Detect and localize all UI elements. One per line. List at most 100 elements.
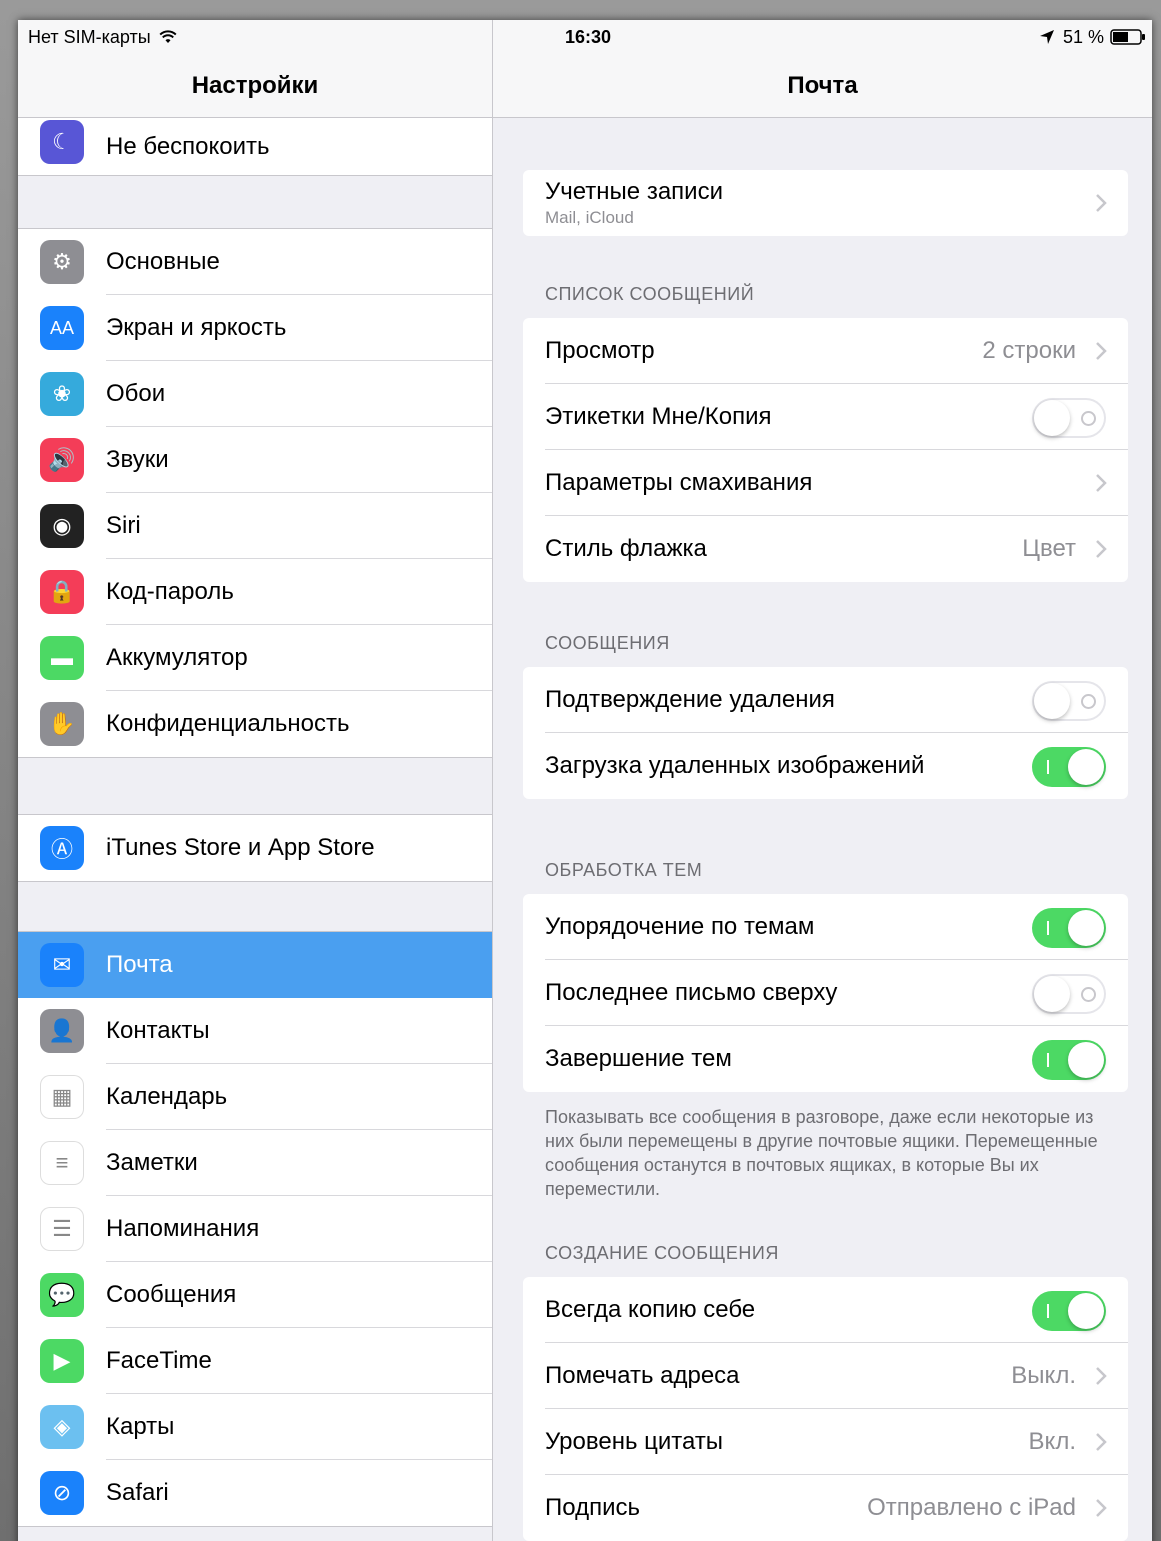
toggle-switch[interactable] xyxy=(1032,1291,1106,1331)
accounts-label: Учетные записи xyxy=(545,178,723,205)
sidebar-item-label: Основные xyxy=(106,248,220,275)
accounts-card[interactable]: Учетные записи Mail, iCloud xyxy=(523,170,1128,236)
chevron-right-icon xyxy=(1096,194,1107,212)
maps-icon: ◈ xyxy=(40,1405,84,1449)
mail-setting-row[interactable]: Стиль флажка Цвет xyxy=(523,516,1128,582)
status-right: 51 % xyxy=(1039,20,1146,54)
sidebar-item-label: Почта xyxy=(106,951,173,978)
toggle-knob xyxy=(1068,1042,1104,1078)
sidebar-item-label: Экран и яркость xyxy=(106,314,287,341)
sidebar-item-label: Контакты xyxy=(106,1017,210,1044)
mail-setting-row[interactable]: Подпись Отправлено с iPad xyxy=(523,1475,1128,1541)
chevron-right-icon xyxy=(1096,1433,1107,1451)
toggle-on-mark xyxy=(1047,1304,1049,1318)
flower-icon: ❀ xyxy=(40,372,84,416)
calendar-icon: ▦ xyxy=(40,1075,84,1119)
sidebar-item-mail[interactable]: ✉ Почта xyxy=(18,932,492,998)
setting-label: Уровень цитаты xyxy=(545,1428,724,1455)
speaker-icon: 🔊 xyxy=(40,438,84,482)
setting-label: Всегда копию себе xyxy=(545,1296,756,1323)
safari-icon: ⊘ xyxy=(40,1471,84,1515)
status-time: 16:30 xyxy=(565,26,612,47)
sidebar-item-battery[interactable]: ▬ Аккумулятор xyxy=(18,625,492,691)
section-header: ОБРАБОТКА ТЕМ xyxy=(545,860,703,880)
sidebar-item-reminders[interactable]: ☰ Напоминания xyxy=(18,1196,492,1262)
messages-icon: 💬 xyxy=(40,1273,84,1317)
siri-icon: ◉ xyxy=(40,504,84,548)
sidebar-item-label: Заметки xyxy=(106,1149,198,1176)
section-header: СОЗДАНИЕ СООБЩЕНИЯ xyxy=(545,1243,779,1263)
toggle-switch[interactable] xyxy=(1032,681,1106,721)
setting-label: Завершение тем xyxy=(545,1045,732,1072)
accounts-row[interactable]: Учетные записи Mail, iCloud xyxy=(523,170,1128,236)
mail-setting-row: Этикетки Мне/Копия xyxy=(523,384,1128,450)
sidebar-item-hand[interactable]: ✋ Конфиденциальность xyxy=(18,691,492,757)
sidebar-item-text-size[interactable]: AA Экран и яркость xyxy=(18,295,492,361)
toggle-on-mark xyxy=(1047,1053,1049,1067)
mail-setting-row: Подтверждение удаления xyxy=(523,667,1128,733)
setting-label: Просмотр xyxy=(545,337,655,364)
toggle-knob xyxy=(1034,400,1070,436)
mail-setting-row: Завершение тем xyxy=(523,1026,1128,1092)
toggle-on-mark xyxy=(1047,760,1049,774)
sidebar-item-speaker[interactable]: 🔊 Звуки xyxy=(18,427,492,493)
battery-percent: 51 % xyxy=(1062,26,1104,47)
toggle-switch[interactable] xyxy=(1032,398,1106,438)
sidebar-item-label: Карты xyxy=(106,1413,175,1440)
toggle-switch[interactable] xyxy=(1032,1040,1106,1080)
notes-icon: ≡ xyxy=(40,1141,84,1185)
sidebar-item-facetime[interactable]: ▶ FaceTime xyxy=(18,1328,492,1394)
sidebar-item-safari[interactable]: ⊘ Safari xyxy=(18,1460,492,1526)
settings-card: Подтверждение удаления Загрузка удаленных… xyxy=(523,667,1128,799)
moon-icon: ☾ xyxy=(40,120,84,164)
sidebar-item-calendar[interactable]: ▦ Календарь xyxy=(18,1064,492,1130)
mail-setting-row[interactable]: Уровень цитаты Вкл. xyxy=(523,1409,1128,1475)
sidebar-item-flower[interactable]: ❀ Обои xyxy=(18,361,492,427)
toggle-switch[interactable] xyxy=(1032,908,1106,948)
facetime-icon: ▶ xyxy=(40,1339,84,1383)
sidebar-item-label: Не беспокоить xyxy=(106,132,270,160)
threads-footer-text: Показывать все сообщения в разговоре, да… xyxy=(545,1107,1098,1199)
toggle-off-mark xyxy=(1081,987,1096,1002)
sidebar-item-label: Звуки xyxy=(106,446,169,473)
sidebar-item-maps[interactable]: ◈ Карты xyxy=(18,1394,492,1460)
toggle-knob xyxy=(1068,1293,1104,1329)
sidebar-item-contacts[interactable]: 👤 Контакты xyxy=(18,998,492,1064)
toggle-switch[interactable] xyxy=(1032,974,1106,1014)
mail-setting-row: Всегда копию себе xyxy=(523,1277,1128,1343)
battery-icon xyxy=(1110,29,1145,45)
sidebar-item-gear[interactable]: ⚙ Основные xyxy=(18,229,492,295)
detail-title: Почта xyxy=(493,54,1152,118)
mail-setting-row[interactable]: Параметры смахивания xyxy=(523,450,1128,516)
toggle-off-mark xyxy=(1081,411,1096,426)
toggle-knob xyxy=(1034,976,1070,1012)
mail-setting-row[interactable]: Просмотр 2 строки xyxy=(523,318,1128,384)
sidebar-item-lock[interactable]: 🔒 Код-пароль xyxy=(18,559,492,625)
section-header: СООБЩЕНИЯ xyxy=(545,633,670,653)
mail-setting-row[interactable]: Помечать адреса Выкл. xyxy=(523,1343,1128,1409)
sidebar-item-app-store[interactable]: ⒶiTunes Store и App Store xyxy=(18,815,492,881)
screen: Нет SIM-карты Настройки ☾ Не беспокоить ⚙ О… xyxy=(18,20,1152,1541)
chevron-right-icon xyxy=(1096,540,1107,558)
setting-label: Подпись xyxy=(545,1494,640,1521)
toggle-switch[interactable] xyxy=(1032,747,1106,787)
mail-settings-pane: 16:30 51 % Почта Учетные записи Mail, iC… xyxy=(493,20,1152,1541)
setting-value: Выкл. xyxy=(1011,1362,1076,1389)
sidebar-item-label: Safari xyxy=(106,1479,169,1506)
setting-label: Подтверждение удаления xyxy=(545,686,835,713)
contacts-icon: 👤 xyxy=(40,1009,84,1053)
setting-value: Цвет xyxy=(1022,535,1076,562)
accounts-sub: Mail, iCloud xyxy=(545,208,634,227)
sidebar-item-messages[interactable]: 💬 Сообщения xyxy=(18,1262,492,1328)
setting-value: Вкл. xyxy=(1028,1428,1076,1455)
mail-icon: ✉ xyxy=(40,943,84,987)
chevron-right-icon xyxy=(1096,1499,1107,1517)
sidebar-item-siri[interactable]: ◉ Siri xyxy=(18,493,492,559)
location-arrow-icon xyxy=(1039,30,1054,44)
mail-setting-row: Загрузка удаленных изображений xyxy=(523,733,1128,799)
sidebar-title: Настройки xyxy=(18,54,492,118)
sidebar-item-notes[interactable]: ≡ Заметки xyxy=(18,1130,492,1196)
chevron-right-icon xyxy=(1096,342,1107,360)
sidebar-item-moon[interactable]: ☾ Не беспокоить xyxy=(18,118,492,175)
toggle-knob xyxy=(1034,683,1070,719)
